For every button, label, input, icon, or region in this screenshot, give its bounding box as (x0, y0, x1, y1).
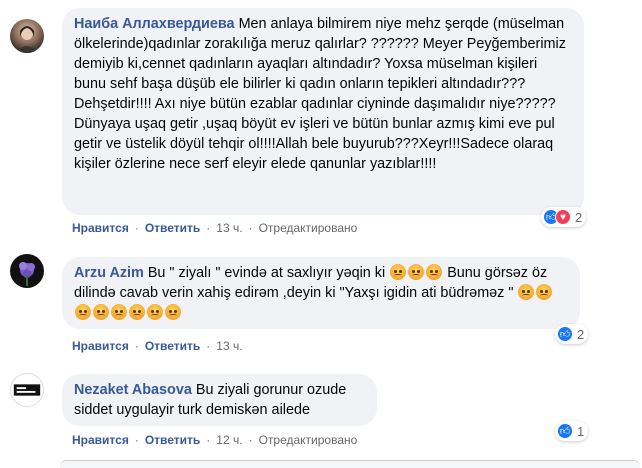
comment-bubble: Arzu Azim Bu " ziyalı " evində at saxlıyı… (62, 257, 580, 329)
angry-face-emoji (518, 284, 535, 300)
comment-author[interactable]: Nezaket Abasova (74, 382, 192, 398)
angry-face-emoji (426, 264, 443, 280)
comment-timestamp[interactable]: 13 ч. (216, 339, 242, 353)
reaction-summary[interactable]: 👍︎ 2 (555, 324, 589, 344)
thumbs-up-icon: 👍︎ (557, 326, 573, 342)
reply-button[interactable]: Ответить (145, 339, 200, 353)
angry-face-emoji (93, 304, 109, 320)
text-logo-avatar-icon (13, 384, 41, 396)
angry-face-emoji (536, 284, 553, 300)
reaction-summary[interactable]: 👍︎ 1 (555, 421, 589, 441)
separator-dot: · (134, 433, 139, 447)
angry-face-emoji (390, 264, 407, 280)
comment-text: Men anlaya bilmirem niye mehz şerqde (mü… (74, 16, 570, 172)
separator-dot: · (134, 339, 139, 353)
separator-dot: · (206, 339, 211, 353)
heart-icon: ♥ (555, 209, 571, 225)
separator-dot: · (248, 221, 253, 235)
like-button[interactable]: Нравится (72, 221, 129, 235)
comment-bubble: Nezaket Abasova Bu ziyali gorunur ozude s… (62, 374, 377, 426)
comment-text-part-1: Bu " ziyalı " evində at saxlıyır yəqin k… (147, 265, 386, 281)
avatar[interactable] (10, 19, 44, 53)
separator-dot: · (206, 433, 211, 447)
angry-face-emoji (129, 304, 145, 320)
comment-timestamp[interactable]: 13 ч. (216, 221, 242, 235)
edited-label[interactable]: Отредактировано (259, 433, 358, 447)
like-button[interactable]: Нравится (72, 339, 129, 353)
comment-actions: Нравится · Ответить · 13 ч. (72, 339, 243, 353)
angry-face-emoji (75, 304, 91, 320)
reaction-count: 2 (577, 326, 585, 342)
thumbs-up-icon: 👍︎ (557, 423, 573, 439)
angry-face-emoji (408, 264, 425, 280)
reaction-count: 1 (577, 423, 585, 439)
avatar[interactable] (10, 254, 44, 288)
flower-avatar-icon (19, 262, 35, 286)
angry-face-emoji (147, 304, 163, 320)
separator-dot: · (248, 433, 253, 447)
edited-label[interactable]: Отредактировано (259, 221, 358, 235)
comment-input-edge[interactable] (60, 460, 640, 468)
angry-face-emoji (165, 304, 181, 320)
profile-photo-icon (16, 26, 38, 53)
comment-bubble: Наиба Аллахвердиева Men anlaya bilmirem n… (62, 8, 584, 215)
comment-author[interactable]: Arzu Azim (74, 265, 144, 281)
avatar[interactable] (10, 373, 44, 407)
comment-actions: Нравится · Ответить · 12 ч. · Отредактир… (72, 433, 357, 447)
reply-button[interactable]: Ответить (145, 433, 200, 447)
comment-actions: Нравится · Ответить · 13 ч. · Отредактир… (72, 221, 357, 235)
angry-emoji-group-1 (389, 264, 447, 281)
reaction-count: 2 (575, 209, 583, 225)
like-button[interactable]: Нравится (72, 433, 129, 447)
separator-dot: · (134, 221, 139, 235)
reply-button[interactable]: Ответить (145, 221, 200, 235)
reaction-summary[interactable]: 👍︎ ♥ 2 (541, 207, 587, 227)
angry-face-emoji (111, 304, 127, 320)
comment-timestamp[interactable]: 12 ч. (216, 433, 242, 447)
comment-author[interactable]: Наиба Аллахвердиева (74, 16, 235, 32)
separator-dot: · (206, 221, 211, 235)
